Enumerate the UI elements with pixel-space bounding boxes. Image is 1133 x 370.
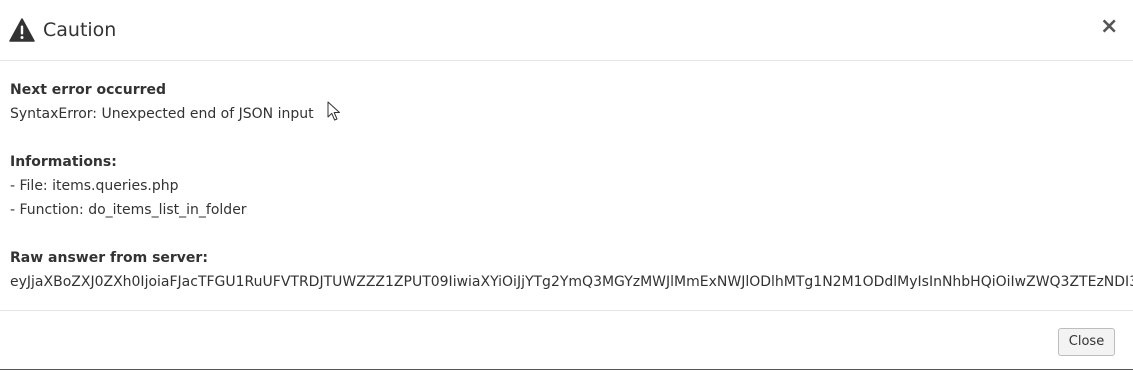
dialog-header: Caution × bbox=[0, 0, 1133, 61]
info-function: - Function: do_items_list_in_folder bbox=[10, 202, 247, 218]
warning-triangle-icon bbox=[9, 18, 35, 42]
dialog-footer: Close bbox=[0, 310, 1133, 369]
info-heading: Informations: bbox=[10, 154, 117, 170]
error-heading: Next error occurred bbox=[10, 82, 167, 98]
error-message: SyntaxError: Unexpected end of JSON inpu… bbox=[10, 106, 314, 122]
dialog-title: Caution bbox=[43, 19, 117, 41]
info-file: - File: items.queries.php bbox=[10, 178, 179, 194]
close-icon[interactable]: × bbox=[1100, 16, 1118, 38]
dialog-body: Next error occurred SyntaxError: Unexpec… bbox=[0, 62, 1133, 310]
caution-dialog: Caution × Next error occurred SyntaxErro… bbox=[0, 0, 1133, 370]
raw-answer-text: eyJjaXBoZXJ0ZXh0IjoiaFJacTFGU1RuUFVTRDJT… bbox=[10, 274, 1133, 290]
raw-answer-heading: Raw answer from server: bbox=[10, 250, 208, 266]
mouse-pointer-icon bbox=[327, 101, 340, 121]
close-button[interactable]: Close bbox=[1058, 328, 1115, 356]
